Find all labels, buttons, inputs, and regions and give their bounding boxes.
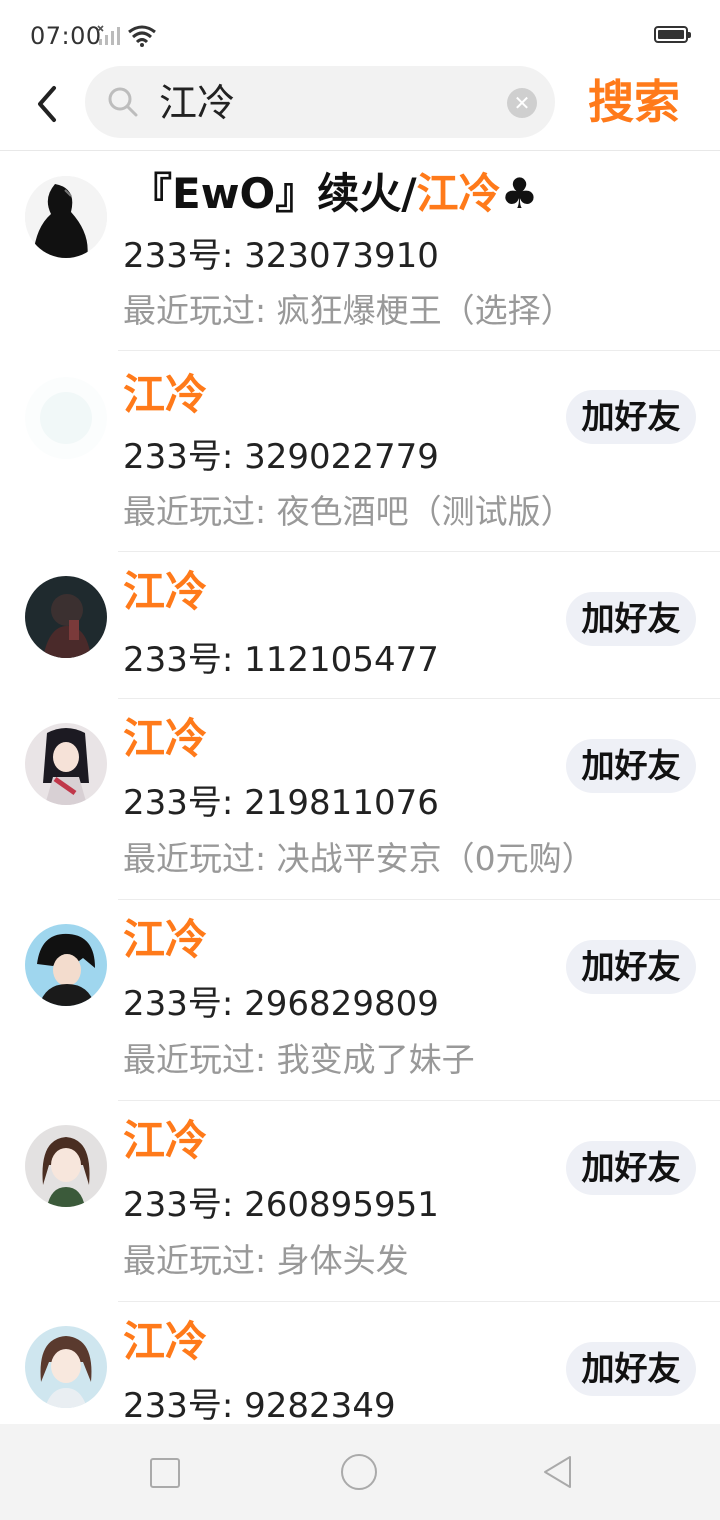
result-item[interactable]: 江冷 233号: 296829809 最近玩过: 我变成了妹子 加好友 [0,900,720,1100]
user-name-prefix: 『EwO』续火/ [130,169,417,218]
user-name: 江冷 [123,370,208,419]
recent-played: 最近玩过: 身体头发 [123,1241,409,1280]
add-friend-button[interactable]: 加好友 [566,592,696,646]
add-friend-button[interactable]: 加好友 [566,940,696,994]
signal-icon [97,25,120,45]
user-id: 233号: 260895951 [123,1185,439,1225]
user-name: 江冷 [123,567,208,616]
user-name: 『EwO』续火/江冷♣ [130,160,538,221]
avatar[interactable] [25,1125,107,1207]
add-friend-button[interactable]: 加好友 [566,390,696,444]
avatar[interactable] [25,176,107,258]
avatar[interactable] [25,924,107,1006]
status-time: 07:00 [30,22,102,50]
avatar[interactable] [25,377,107,459]
status-icons [97,24,157,48]
result-item[interactable]: 『EwO』续火/江冷♣ 233号: 323073910 最近玩过: 疯狂爆梗王（… [0,150,720,350]
result-item[interactable]: 江冷 233号: 260895951 最近玩过: 身体头发 加好友 [0,1101,720,1301]
result-item[interactable]: 江冷 233号: 9282349 加好友 [0,1302,720,1426]
add-friend-button[interactable]: 加好友 [566,1342,696,1396]
system-nav-bar [0,1424,720,1520]
add-friend-button[interactable]: 加好友 [566,739,696,793]
club-icon: ♣ [500,169,539,218]
avatar[interactable] [25,723,107,805]
result-item[interactable]: 江冷 233号: 219811076 最近玩过: 决战平安京（0元购） 加好友 [0,699,720,899]
user-name-highlight: 江冷 [416,169,501,218]
back-triangle-icon[interactable] [540,1454,574,1490]
recent-played: 最近玩过: 夜色酒吧（测试版） [123,492,574,531]
user-name: 江冷 [123,714,208,763]
user-id: 233号: 9282349 [123,1386,396,1426]
recent-played: 最近玩过: 我变成了妹子 [123,1040,475,1079]
recent-played: 最近玩过: 决战平安京（0元购） [123,839,595,878]
battery-icon [654,26,691,43]
recents-square-icon[interactable] [150,1458,180,1488]
back-arrow-icon[interactable] [28,82,68,126]
user-name: 江冷 [123,1116,208,1165]
wifi-icon [128,25,156,47]
search-icon [108,87,138,117]
user-id: 233号: 329022779 [123,437,439,477]
result-item[interactable]: 江冷 233号: 112105477 加好友 [0,552,720,698]
avatar[interactable] [25,1326,107,1408]
result-item[interactable]: 江冷 233号: 329022779 最近玩过: 夜色酒吧（测试版） 加好友 [0,351,720,551]
add-friend-button[interactable]: 加好友 [566,1141,696,1195]
recent-played: 最近玩过: 疯狂爆梗王（选择） [123,291,574,330]
user-id: 233号: 219811076 [123,783,439,823]
search-button[interactable]: 搜索 [588,70,680,134]
search-box[interactable]: ✕ [85,66,555,138]
user-id: 233号: 296829809 [123,984,439,1024]
user-name: 江冷 [123,1317,208,1366]
user-name: 江冷 [123,915,208,964]
search-input[interactable] [157,76,501,130]
user-id: 233号: 323073910 [123,236,439,276]
search-header: ✕ 搜索 [0,62,720,151]
status-bar: 07:00 [0,0,720,70]
clear-search-icon[interactable]: ✕ [507,88,537,118]
user-id: 233号: 112105477 [123,640,439,680]
home-circle-icon[interactable] [341,1454,377,1490]
avatar[interactable] [25,576,107,658]
